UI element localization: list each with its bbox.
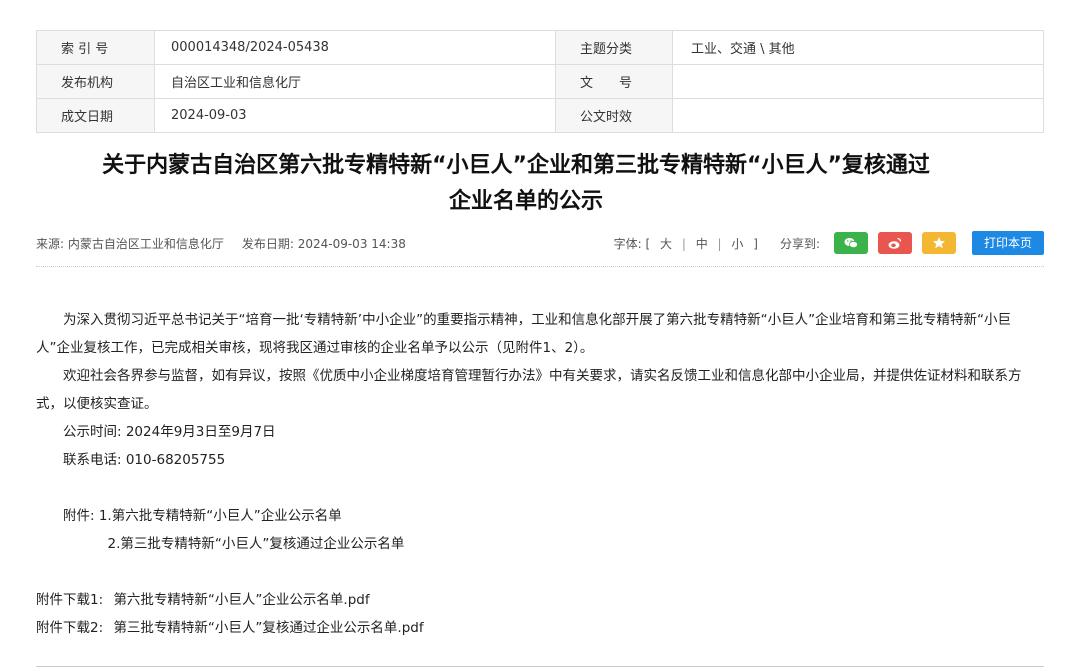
index-label: 索 引 号 [36, 30, 155, 65]
paragraph-2: 欢迎社会各界参与监督，如有异议，按照《优质中小企业梯度培育管理暂行办法》中有关要… [36, 368, 1022, 412]
meta-row-org: 发布机构 自治区工业和信息化厅 文 号 [36, 64, 1044, 99]
font-size-large-button[interactable]: 大 [660, 237, 672, 251]
download-1-label: 附件下载1: [36, 592, 104, 608]
download-2: 附件下载2: 第三批专精特新“小巨人”复核通过企业公示名单.pdf [36, 614, 1044, 642]
title-line-2: 企业名单的公示 [448, 189, 603, 214]
attachment-2: 2.第三批专精特新“小巨人”复核通过企业公示名单 [107, 536, 405, 552]
contact-phone: 联系电话: 010-68205755 [63, 452, 226, 468]
doc-no-value [672, 64, 1044, 99]
source-text: 来源: 内蒙古自治区工业和信息化厅 [36, 236, 224, 251]
print-page-button[interactable]: 打印本页 [971, 231, 1044, 255]
star-icon [932, 237, 945, 249]
share-wechat-button[interactable] [833, 232, 868, 254]
wechat-icon [844, 238, 858, 249]
topic-value: 工业、交通 \ 其他 [672, 30, 1044, 65]
font-size-medium-button[interactable]: 中 [696, 237, 708, 251]
document-meta-table: 索 引 号 000014348/2024-05438 主题分类 工业、交通 \ … [36, 30, 1044, 133]
share-label: 分享到: [779, 236, 820, 251]
article-info-bar: 来源: 内蒙古自治区工业和信息化厅 发布日期: 2024-09-03 14:38… [36, 230, 1044, 256]
attachment-1: 附件: 1.第六批专精特新“小巨人”企业公示名单 [63, 508, 342, 524]
share-weibo-button[interactable] [877, 232, 912, 254]
download-1-link[interactable]: 第六批专精特新“小巨人”企业公示名单.pdf [113, 592, 369, 608]
validity-value [672, 98, 1044, 133]
publish-date: 发布日期: 2024-09-03 14:38 [241, 236, 406, 251]
download-1: 附件下载1: 第六批专精特新“小巨人”企业公示名单.pdf [36, 586, 1044, 614]
bottom-divider [36, 666, 1044, 667]
validity-label: 公文时效 [555, 98, 673, 133]
download-2-label: 附件下载2: [36, 620, 104, 636]
title-line-1: 关于内蒙古自治区第六批专精特新“小巨人”企业和第三批专精特新“小巨人”复核通过 [102, 153, 930, 178]
paragraph-1: 为深入贯彻习近平总书记关于“培育一批‘专精特新’中小企业”的重要指示精神，工业和… [36, 312, 1012, 356]
font-size-small-button[interactable]: 小 [731, 237, 743, 251]
org-label: 发布机构 [36, 64, 155, 99]
org-value: 自治区工业和信息化厅 [154, 64, 556, 99]
date-label: 成文日期 [36, 98, 155, 133]
share-favorite-button[interactable] [921, 232, 956, 254]
article-body: 为深入贯彻习近平总书记关于“培育一批‘专精特新’中小企业”的重要指示精神，工业和… [36, 306, 1044, 642]
font-size-label: 字体: [ [613, 236, 651, 251]
download-2-link[interactable]: 第三批专精特新“小巨人”复核通过企业公示名单.pdf [113, 620, 423, 636]
doc-no-label: 文 号 [555, 64, 673, 99]
date-value: 2024-09-03 [154, 98, 556, 133]
page-title: 关于内蒙古自治区第六批专精特新“小巨人”企业和第三批专精特新“小巨人”复核通过 … [0, 148, 1080, 220]
font-size-switcher: 字体: [ 大 | 中 | 小 ] [614, 235, 758, 252]
separator: | [681, 236, 686, 251]
meta-row-date: 成文日期 2024-09-03 公文时效 [36, 98, 1044, 133]
topic-label: 主题分类 [555, 30, 673, 65]
index-value: 000014348/2024-05438 [154, 30, 556, 65]
font-size-end: ] [753, 236, 758, 251]
meta-row-index: 索 引 号 000014348/2024-05438 主题分类 工业、交通 \ … [36, 30, 1044, 65]
separator: | [717, 236, 722, 251]
tools: 字体: [ 大 | 中 | 小 ] 分享到: 打印本页 [614, 231, 1044, 255]
publicity-period: 公示时间: 2024年9月3日至9月7日 [63, 424, 276, 440]
divider [36, 266, 1044, 267]
weibo-icon [888, 237, 902, 249]
